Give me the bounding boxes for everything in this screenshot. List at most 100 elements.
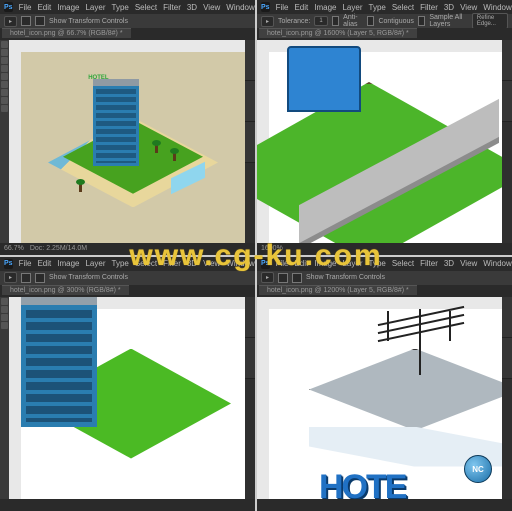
menu-window[interactable]: Window	[226, 3, 254, 12]
menu-type[interactable]: Type	[369, 3, 386, 12]
layers-panel[interactable]	[502, 338, 512, 379]
document-tab[interactable]: hotel_icon.png @ 66.7% (RGB/8#) *	[2, 28, 131, 38]
transform-checkbox[interactable]	[292, 273, 302, 283]
menu-view[interactable]: View	[203, 259, 220, 268]
transform-checkbox[interactable]	[35, 16, 45, 26]
app-logo-icon: Ps	[4, 2, 13, 12]
sample-all-checkbox[interactable]	[418, 16, 426, 26]
color-panel[interactable]	[502, 297, 512, 338]
color-panel[interactable]	[245, 40, 255, 81]
color-panel[interactable]	[245, 297, 255, 338]
menubar[interactable]: Ps File Edit Image Layer Type Select Fil…	[257, 257, 512, 271]
document-tab[interactable]: hotel_icon.png @ 1200% (Layer 5, RGB/8#)…	[259, 285, 417, 295]
menu-file[interactable]: File	[19, 3, 32, 12]
brush-tool-icon[interactable]	[1, 89, 8, 96]
menu-view[interactable]: View	[460, 3, 477, 12]
layers-panel[interactable]	[245, 122, 255, 163]
tolerance-field[interactable]: 1	[314, 16, 327, 26]
menu-file[interactable]: File	[276, 3, 289, 12]
menubar[interactable]: Ps File Edit Image Layer Type Select Fil…	[257, 0, 512, 14]
menu-type[interactable]: Type	[112, 3, 129, 12]
panels-dock[interactable]	[501, 297, 512, 500]
menu-3d[interactable]: 3D	[444, 3, 454, 12]
color-panel[interactable]	[502, 40, 512, 81]
menu-select[interactable]: Select	[135, 3, 157, 12]
canvas[interactable]: HOTEL	[9, 40, 245, 243]
panels-dock[interactable]	[244, 297, 255, 500]
menu-image[interactable]: Image	[314, 259, 336, 268]
menu-view[interactable]: View	[460, 259, 477, 268]
menu-image[interactable]: Image	[57, 259, 79, 268]
lasso-tool-icon[interactable]	[1, 57, 8, 64]
menu-image[interactable]: Image	[314, 3, 336, 12]
document-tabs: hotel_icon.png @ 66.7% (RGB/8#) *	[0, 28, 255, 40]
contiguous-checkbox[interactable]	[367, 16, 375, 26]
wand-tool-icon[interactable]	[1, 314, 8, 321]
move-tool-icon[interactable]	[1, 298, 8, 305]
canvas[interactable]	[9, 297, 245, 500]
canvas[interactable]	[257, 40, 502, 243]
panels-dock[interactable]	[244, 40, 255, 243]
menu-file[interactable]: File	[276, 259, 289, 268]
menu-window[interactable]: Window	[226, 259, 254, 268]
menu-layer[interactable]: Layer	[342, 259, 362, 268]
menu-filter[interactable]: Filter	[163, 3, 181, 12]
document-tab[interactable]: hotel_icon.png @ 300% (RGB/8#) *	[2, 285, 129, 295]
tool-preset-button[interactable]: ▸	[4, 272, 17, 283]
zoom-readout[interactable]: 66.7%	[4, 245, 24, 252]
document-tab[interactable]: hotel_icon.png @ 1600% (Layer 5, RGB/8#)…	[259, 28, 417, 38]
refine-edge-button[interactable]: Refine Edge...	[472, 13, 508, 29]
menu-type[interactable]: Type	[112, 259, 129, 268]
layers-panel[interactable]	[245, 338, 255, 379]
status-bar	[257, 499, 512, 511]
menu-edit[interactable]: Edit	[37, 3, 51, 12]
eraser-tool-icon[interactable]	[1, 97, 8, 104]
menu-window[interactable]: Window	[483, 3, 511, 12]
eyedropper-tool-icon[interactable]	[1, 81, 8, 88]
menu-layer[interactable]: Layer	[85, 259, 105, 268]
menu-image[interactable]: Image	[57, 3, 79, 12]
palm-tree-icon	[79, 182, 82, 192]
menu-3d[interactable]: 3D	[187, 259, 197, 268]
transform-checkbox[interactable]	[35, 273, 45, 283]
menu-view[interactable]: View	[203, 3, 220, 12]
menu-edit[interactable]: Edit	[37, 259, 51, 268]
type-tool-icon[interactable]	[1, 105, 8, 112]
document-tabs: hotel_icon.png @ 1600% (Layer 5, RGB/8#)…	[257, 28, 512, 40]
autoselect-checkbox[interactable]	[21, 16, 31, 26]
autoselect-checkbox[interactable]	[278, 273, 288, 283]
tool-preset-button[interactable]: ▸	[261, 272, 274, 283]
menu-select[interactable]: Select	[135, 259, 157, 268]
menu-layer[interactable]: Layer	[342, 3, 362, 12]
autoselect-checkbox[interactable]	[21, 273, 31, 283]
menu-edit[interactable]: Edit	[294, 3, 308, 12]
menu-edit[interactable]: Edit	[294, 259, 308, 268]
tool-preset-button[interactable]: ▸	[4, 16, 17, 27]
menu-file[interactable]: File	[19, 259, 32, 268]
menu-window[interactable]: Window	[483, 259, 511, 268]
menu-select[interactable]: Select	[392, 259, 414, 268]
menu-3d[interactable]: 3D	[444, 259, 454, 268]
menubar[interactable]: Ps File Edit Image Layer Type Select Fil…	[0, 257, 255, 271]
marquee-tool-icon[interactable]	[1, 306, 8, 313]
menu-type[interactable]: Type	[369, 259, 386, 268]
menu-3d[interactable]: 3D	[187, 3, 197, 12]
crop-tool-icon[interactable]	[1, 73, 8, 80]
zoom-readout[interactable]: 1600%	[261, 245, 283, 252]
brush-tool-icon[interactable]	[1, 322, 8, 329]
canvas[interactable]: HOTE NC	[257, 297, 502, 500]
menu-layer[interactable]: Layer	[85, 3, 105, 12]
menu-filter[interactable]: Filter	[163, 259, 181, 268]
move-tool-icon[interactable]	[1, 41, 8, 48]
menubar[interactable]: Ps File Edit Image Layer Type Select Fil…	[0, 0, 255, 14]
menu-filter[interactable]: Filter	[420, 259, 438, 268]
wand-tool-icon[interactable]	[1, 65, 8, 72]
antialias-checkbox[interactable]	[332, 16, 340, 26]
adjust-panel[interactable]	[245, 81, 255, 122]
layers-panel[interactable]	[502, 81, 512, 122]
menu-select[interactable]: Select	[392, 3, 414, 12]
marquee-tool-icon[interactable]	[1, 49, 8, 56]
tool-preset-button[interactable]: ▸	[261, 16, 274, 27]
menu-filter[interactable]: Filter	[420, 3, 438, 12]
panels-dock[interactable]	[501, 40, 512, 243]
